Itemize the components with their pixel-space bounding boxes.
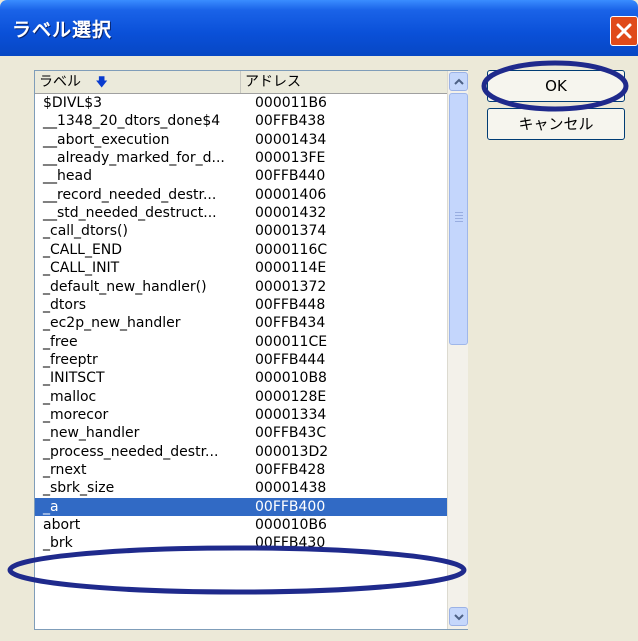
label-cell: _CALL_INIT: [43, 260, 120, 277]
address-cell: 00FFB438: [255, 113, 326, 130]
address-cell: 00FFB434: [255, 315, 326, 332]
list-item[interactable]: _call_dtors() 00001374: [35, 222, 447, 240]
label-cell: _CALL_END: [43, 241, 123, 258]
list-item[interactable]: _rnext 00FFB428: [35, 461, 447, 479]
dialog-window: ラベル選択 ラベル 🡇 アドレス $DIVL$3 000011B6 __1348_2…: [0, 0, 638, 641]
scroll-up-button[interactable]: [449, 72, 468, 91]
label-cell: __std_needed_destruct...: [43, 205, 217, 222]
close-icon: [616, 23, 632, 39]
close-button[interactable]: [610, 16, 638, 46]
dialog-title: ラベル選択: [12, 19, 113, 41]
label-cell: _free: [43, 333, 78, 350]
address-cell: 0000116C: [255, 241, 328, 258]
label-cell: _freeptr: [43, 351, 98, 368]
list-item[interactable]: _ec2p_new_handler 00FFB434: [35, 314, 447, 332]
label-cell: _rnext: [43, 462, 87, 478]
address-cell: 00001406: [255, 186, 327, 203]
list-item[interactable]: _CALL_INIT 0000114E: [35, 259, 447, 277]
label-cell: _call_dtors(): [43, 223, 128, 240]
list-item[interactable]: _new_handler 00FFB43C: [35, 424, 447, 442]
label-cell: __abort_execution: [43, 131, 170, 148]
label-cell: _new_handler: [43, 425, 140, 442]
address-cell: 00001438: [255, 480, 327, 497]
address-cell: 00FFB448: [255, 296, 326, 313]
label-cell: _ec2p_new_handler: [43, 315, 181, 332]
address-cell: 00FFB440: [255, 168, 326, 185]
address-cell: 00FFB444: [255, 351, 326, 368]
scroll-down-button[interactable]: [449, 607, 468, 626]
address-cell: 00FFB400: [255, 498, 326, 515]
list-item[interactable]: __head 00FFB440: [35, 167, 447, 185]
list-item[interactable]: __record_needed_destr... 00001406: [35, 186, 447, 204]
label-cell: _default_new_handler(): [43, 278, 207, 295]
list-item[interactable]: __abort_execution 00001434: [35, 131, 447, 149]
address-cell: 000011CE: [255, 333, 328, 350]
address-cell: 00FFB430: [255, 535, 326, 552]
label-cell: $DIVL$3: [43, 95, 103, 111]
address-cell: 000013FE: [255, 150, 326, 167]
label-cell: _process_needed_destr...: [43, 443, 219, 460]
address-cell: 000010B6: [255, 517, 327, 534]
label-cell: _dtors: [43, 296, 86, 313]
list-item[interactable]: _dtors 00FFB448: [35, 296, 447, 314]
list-item[interactable]: _brk 00FFB430: [35, 534, 447, 552]
chevron-down-icon: [454, 614, 464, 621]
list-item[interactable]: __already_marked_for_d... 000013FE: [35, 149, 447, 167]
list-item[interactable]: _sbrk_size 00001438: [35, 479, 447, 497]
address-cell: 00001374: [255, 223, 327, 240]
cancel-button[interactable]: キャンセル: [487, 108, 625, 140]
address-cell: 00FFB428: [255, 462, 326, 478]
list-item[interactable]: _malloc 0000128E: [35, 388, 447, 406]
scroll-thumb[interactable]: [449, 93, 468, 345]
address-cell: 0000128E: [255, 388, 327, 405]
address-cell: 00001434: [255, 131, 327, 148]
address-cell: 000011B6: [255, 95, 327, 111]
list-item[interactable]: _process_needed_destr... 000013D2: [35, 443, 447, 461]
label-cell: _a: [43, 498, 59, 515]
list-item-selected[interactable]: _a 00FFB400: [35, 497, 447, 517]
label-cell: _brk: [43, 535, 73, 552]
address-cell: 00001372: [255, 278, 327, 295]
list-item[interactable]: $DIVL$3 000011B6: [35, 94, 447, 112]
list-item[interactable]: abort 000010B6: [35, 516, 447, 534]
label-cell: __already_marked_for_d...: [43, 150, 225, 167]
chevron-up-icon: [454, 78, 464, 85]
list-item[interactable]: _CALL_END 0000116C: [35, 241, 447, 259]
address-cell: 0000114E: [255, 260, 327, 277]
vertical-scrollbar[interactable]: [447, 71, 468, 629]
list-item[interactable]: _freeptr 00FFB444: [35, 351, 447, 369]
column-address-text: アドレス: [245, 74, 301, 90]
address-cell: 000013D2: [255, 443, 329, 460]
label-cell: _INITSCT: [43, 370, 105, 387]
address-cell: 00001432: [255, 205, 327, 222]
address-cell: 00001334: [255, 406, 327, 423]
thumb-grip: [455, 212, 463, 213]
title-bar[interactable]: ラベル選択: [0, 0, 638, 56]
label-cell: _morecor: [43, 406, 109, 423]
label-cell: __record_needed_destr...: [43, 186, 217, 203]
list-item[interactable]: _INITSCT 000010B8: [35, 369, 447, 387]
address-cell: 000010B8: [255, 370, 327, 387]
list-item[interactable]: _morecor 00001334: [35, 406, 447, 424]
label-cell: __1348_20_dtors_done$4: [43, 113, 221, 130]
list-header: ラベル 🡇 アドレス: [35, 71, 447, 94]
ok-button[interactable]: OK: [487, 70, 625, 102]
list-item[interactable]: __std_needed_destruct... 00001432: [35, 204, 447, 222]
label-cell: abort: [43, 517, 81, 534]
column-header-address[interactable]: アドレス: [241, 71, 447, 93]
address-cell: 00FFB43C: [255, 425, 327, 442]
label-cell: _sbrk_size: [43, 480, 115, 497]
label-list[interactable]: ラベル 🡇 アドレス $DIVL$3 000011B6 __1348_20_dtor…: [34, 70, 468, 630]
column-header-label[interactable]: ラベル 🡇: [35, 71, 241, 93]
label-cell: _malloc: [43, 388, 97, 405]
list-item[interactable]: _free 000011CE: [35, 333, 447, 351]
list-item[interactable]: __1348_20_dtors_done$4 00FFB438: [35, 112, 447, 130]
list-rows: $DIVL$3 000011B6 __1348_20_dtors_done$4 00F…: [35, 93, 447, 629]
arrow-down-icon: 🡇: [95, 75, 108, 89]
column-label-text: ラベル: [39, 74, 81, 90]
list-item[interactable]: _default_new_handler() 00001372: [35, 278, 447, 296]
label-cell: __head: [43, 168, 92, 185]
